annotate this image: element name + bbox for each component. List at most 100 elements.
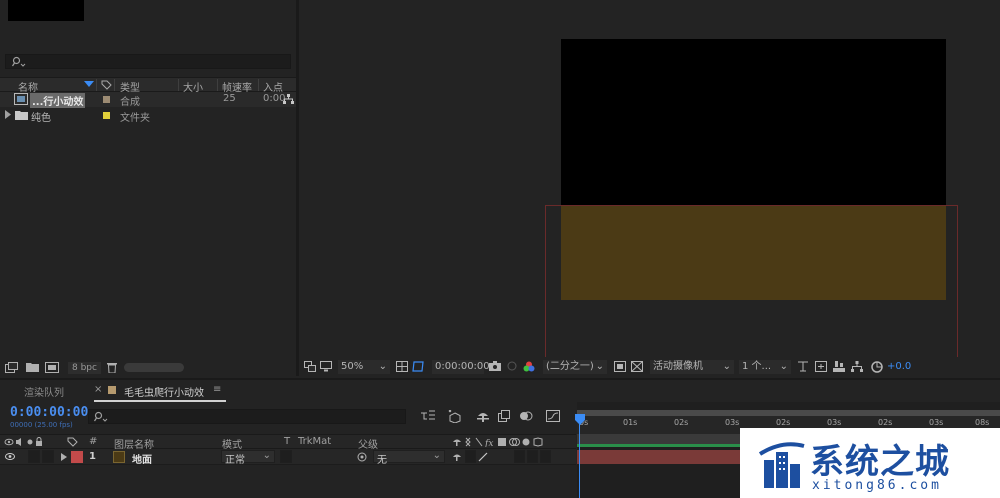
label-color-swatch[interactable] [103, 112, 110, 119]
flowchart-icon[interactable] [283, 94, 294, 105]
tab-composition[interactable]: 毛毛虫爬行小动效 [124, 384, 204, 399]
region-of-interest-icon[interactable] [614, 361, 626, 372]
layer-bounding-box [545, 205, 958, 357]
label-color-swatch[interactable] [103, 96, 110, 103]
label-tag-icon[interactable] [101, 80, 112, 90]
reset-exposure-icon[interactable] [871, 361, 883, 373]
watermark-url: xitong86.com [812, 478, 942, 493]
layer-name[interactable]: 地面 [132, 451, 152, 466]
timeline-tab-bar: 渲染队列 × 毛毛虫爬行小动效 ≡ [0, 380, 1000, 402]
timeline-icon[interactable] [833, 361, 845, 372]
chevron-down-icon: ⌄ [595, 361, 604, 372]
mask-visibility-icon[interactable] [412, 361, 424, 372]
column-number[interactable]: # [89, 436, 97, 447]
chevron-down-icon: ⌄ [779, 361, 788, 372]
timeline-search-input[interactable] [88, 409, 406, 424]
parent-pickwhip-icon[interactable] [357, 452, 367, 462]
ruler-tick: 08s [975, 418, 990, 427]
tab-render-queue[interactable]: 渲染队列 [24, 384, 64, 399]
sort-arrow-icon[interactable] [84, 81, 94, 88]
project-panel: 名称 类型 大小 帧速率 入点 ...行小动效 合成 25 0:00 纯色 文件… [0, 0, 296, 356]
shy-switch-icon[interactable] [452, 452, 462, 462]
project-item-folder[interactable]: 纯色 文件夹 [0, 108, 296, 124]
close-tab-icon[interactable]: × [94, 384, 102, 395]
motion-blur-switch[interactable] [514, 450, 525, 463]
camera-value: 活动摄像机 [653, 361, 703, 372]
composition-type: 合成 [120, 97, 140, 108]
svg-text:fx: fx [484, 439, 493, 447]
panel-menu-icon[interactable]: ≡ [213, 384, 221, 395]
layer-index: 1 [89, 451, 96, 462]
draft-3d-icon[interactable] [448, 410, 462, 423]
preserve-transparency-switch[interactable] [280, 450, 292, 463]
project-thumbnail-slider[interactable] [124, 363, 184, 372]
layer-row[interactable]: 1 地面 正常 ⌄ 无 ⌄ [0, 449, 576, 466]
current-timecode[interactable]: 0:00:00:00 [10, 405, 88, 420]
layer-column-header: # 图层名称 模式 T TrkMat 父级 fx [0, 434, 576, 451]
shy-layers-icon[interactable] [476, 410, 490, 422]
toggle-pixel-aspect-icon[interactable] [797, 361, 809, 372]
current-time-display[interactable]: 0:00:00:00 [432, 360, 490, 374]
visibility-eye-icon[interactable] [5, 453, 15, 460]
collapse-switch[interactable] [465, 450, 476, 463]
exposure-value[interactable]: +0.0 [887, 360, 911, 374]
quality-slash-icon[interactable] [478, 452, 488, 462]
composition-viewer[interactable] [299, 0, 1000, 357]
fast-previews-icon[interactable] [815, 361, 827, 372]
graph-editor-icon[interactable] [546, 410, 560, 422]
project-footer: 8 bpc [0, 360, 296, 376]
resolution-dropdown[interactable]: (二分之一) ⌄ [543, 360, 607, 374]
chevron-down-icon: ⌄ [432, 450, 441, 461]
chevron-down-icon: ⌄ [722, 361, 731, 372]
frame-blending-icon[interactable] [498, 410, 512, 422]
layer-switches-icons[interactable]: fx [452, 437, 550, 447]
project-search-input[interactable] [5, 54, 291, 69]
ruler-tick: 03s [725, 418, 740, 427]
new-folder-icon[interactable] [26, 362, 39, 372]
column-trkmat[interactable]: TrkMat [298, 436, 331, 447]
transparency-grid-icon[interactable] [631, 361, 643, 372]
audio-switch[interactable] [28, 450, 40, 463]
new-composition-icon[interactable] [45, 362, 59, 373]
snapshot-camera-icon[interactable] [489, 361, 501, 371]
project-column-header: 名称 类型 大小 帧速率 入点 [0, 77, 296, 94]
project-item-composition[interactable]: ...行小动效 合成 25 0:00 [0, 92, 296, 108]
view-layout-dropdown[interactable]: 1 个... ⌄ [739, 360, 791, 374]
zoom-dropdown[interactable]: 50% ⌄ [338, 360, 390, 374]
layer-source-swatch [113, 451, 125, 463]
search-icon [94, 411, 108, 423]
3d-layer-switch[interactable] [540, 450, 551, 463]
motion-blur-icon[interactable] [519, 410, 533, 422]
flowchart-view-icon[interactable] [851, 361, 863, 372]
comp-mini-flowchart-icon[interactable] [421, 410, 435, 422]
parent-value: 无 [377, 455, 387, 466]
monitor-icon[interactable] [320, 361, 332, 372]
parent-dropdown[interactable]: 无 ⌄ [373, 450, 445, 466]
color-channels-icon[interactable] [523, 361, 535, 372]
composition-name: ...行小动效 [30, 93, 86, 108]
lock-switch[interactable] [42, 450, 54, 463]
trash-icon[interactable] [107, 362, 117, 373]
always-preview-icon[interactable] [304, 361, 316, 372]
column-t[interactable]: T [284, 436, 290, 447]
safe-margins-icon[interactable] [396, 361, 408, 372]
interpret-footage-icon[interactable] [5, 362, 18, 373]
current-time-indicator[interactable] [579, 414, 580, 498]
label-tag-icon[interactable] [67, 437, 78, 447]
bit-depth-button[interactable]: 8 bpc [68, 362, 101, 374]
adjustment-layer-switch[interactable] [527, 450, 538, 463]
ruler-tick: 01s [623, 418, 638, 427]
view-layout-value: 1 个... [742, 361, 772, 372]
expand-triangle-icon[interactable] [5, 110, 11, 119]
blend-mode-dropdown[interactable]: 正常 ⌄ [221, 450, 275, 466]
camera-view-dropdown[interactable]: 活动摄像机 ⌄ [650, 360, 734, 374]
expand-triangle-icon[interactable] [61, 453, 67, 461]
folder-icon [15, 110, 28, 120]
composition-fps: 25 [223, 93, 236, 104]
zoom-value: 50% [341, 361, 364, 372]
ruler-tick: 03s [827, 418, 842, 427]
playhead-handle-icon[interactable] [574, 414, 586, 425]
switches-visibility-icon[interactable] [4, 437, 52, 447]
layer-label-color[interactable] [71, 451, 83, 463]
show-snapshot-icon[interactable] [506, 361, 518, 371]
